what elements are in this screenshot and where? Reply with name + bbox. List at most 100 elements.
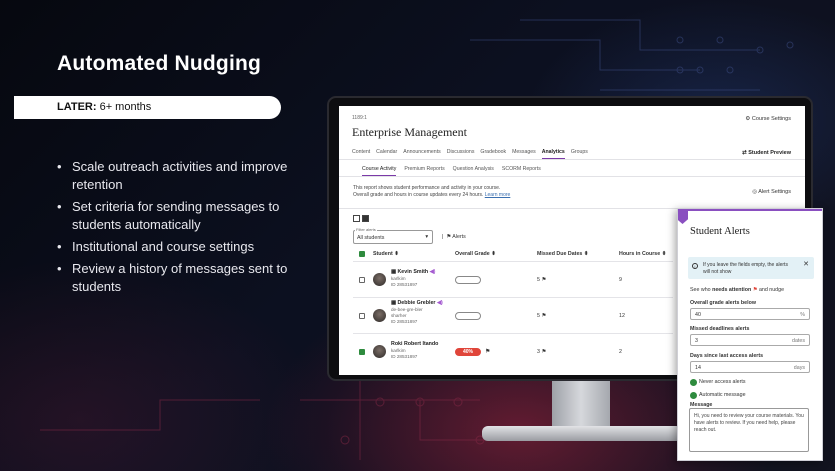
days-alert-label: Days since last access alerts [690,353,764,359]
analytics-subtabs: Course Activity Premium Reports Question A… [362,166,549,176]
avatar [373,345,386,358]
hours-in-course: 9 [619,277,622,283]
nav-item-gradebook[interactable]: Gradebook [480,149,506,155]
row-checkbox[interactable] [359,313,365,319]
phase-value: 6+ months [99,101,152,113]
needs-bold: needs attention [712,287,752,293]
missed-count: 3 [537,349,540,355]
tab-question-analysis[interactable]: Question Analysis [453,166,494,172]
col-student[interactable]: Student ⬍ [373,251,399,257]
tab-premium-reports[interactable]: Premium Reports [404,166,444,172]
avatar [373,309,386,322]
tab-scorm-reports[interactable]: SCORM Reports [502,166,541,172]
row-checkbox[interactable] [359,277,365,283]
missed-unit: dates [792,338,805,344]
megaphone-icon: ◀) [429,269,436,275]
days-unit: days [793,365,805,371]
needs-attention-text: See who needs attention ⚑ and nudge [690,287,784,293]
panel-title: Student Alerts [690,226,750,237]
missed-alert-input[interactable]: 3 dates [690,334,810,346]
col-grade-label: Overall Grade [455,251,490,257]
divider [339,176,805,177]
nav-item-calendar[interactable]: Calendar [376,149,397,155]
student-username: karlkim [391,276,406,281]
col-missed-label: Missed Due Dates [537,251,583,257]
student-id: ID 28531897 [391,354,418,359]
alerts-label: Alerts [452,234,466,240]
student-name[interactable]: ▦ Kevin Smith ◀) [391,269,435,275]
nav-item-groups[interactable]: Groups [571,149,588,155]
course-title: Enterprise Management [352,125,467,139]
bullet-list: Scale outreach activities and improve re… [57,158,297,300]
nav-item-announcements[interactable]: Announcements [403,149,441,155]
never-access-toggle[interactable]: Never access alerts [690,379,746,386]
presentation-slide: Automated Nudging LATER: 6+ months Scale… [0,0,835,471]
missed-alert-value: 3 [695,338,698,344]
divider [339,159,805,160]
student-id: ID 28531897 [391,319,418,324]
filter-alerts-select[interactable]: All students ▾ [353,230,433,244]
chevron-down-icon: ▾ [425,234,428,240]
student-name[interactable]: ▦ Debbie Grebler ◀) [391,300,443,306]
student-name[interactable]: Roki Robert Itando [391,341,438,347]
table-row[interactable]: ▦ Debbie Grebler ◀) de-bee-gre-bler sharh… [353,297,673,333]
message-textarea[interactable]: Hi, you need to review your course mater… [689,408,809,452]
list-view-icon[interactable] [353,215,360,222]
slide-title: Automated Nudging [57,52,262,75]
flag-icon: ⚑ [541,277,547,283]
student-meta: karlkim ID 28531897 [391,276,417,288]
phase-pill: LATER: 6+ months [14,96,281,119]
phase-label: LATER: [57,101,97,113]
missed-due-dates: 5 ⚑ [537,313,546,319]
bullet-item: Set criteria for sending messages to stu… [57,198,297,234]
nav-item-discussions[interactable]: Discussions [447,149,475,155]
table-row[interactable]: ▦ Kevin Smith ◀) karlkim ID 28531897 5 ⚑ … [353,261,673,297]
tab-course-activity[interactable]: Course Activity [362,166,397,176]
student-meta: de-bee-gre-bler sharher ID 28531897 [391,307,423,325]
days-alert-value: 14 [695,365,701,371]
flag-icon: ⚑ [752,287,758,293]
hours-in-course: 2 [619,349,622,355]
table-row[interactable]: Roki Robert Itando karlkim ID 28531897 40… [353,333,673,369]
student-name-text: Kevin Smith [397,269,429,275]
student-username: sharher [391,313,407,318]
info-banner: i If you leave the fields empty, the aler… [688,257,814,279]
col-overall-grade[interactable]: Overall Grade ⬍ [455,251,496,257]
grade-pill [455,312,481,320]
course-settings-label: Course Settings [751,116,791,122]
nav-item-analytics[interactable]: Analytics [541,149,565,159]
student-preview-button[interactable]: ⇄ Student Preview [742,150,791,156]
grade-unit: % [800,312,805,318]
col-missed-due-dates[interactable]: Missed Due Dates ⬍ [537,251,588,257]
col-hours-in-course[interactable]: Hours in Course ⬍ [619,251,666,257]
automatic-message-toggle[interactable]: Automatic message [690,392,746,399]
grade-alert-label: Overall grade alerts below [690,300,756,306]
missed-due-dates: 3 ⚑ [537,349,546,355]
select-all-checkbox[interactable] [359,251,365,257]
avatar [373,273,386,286]
panel-accent-bar [678,209,822,211]
course-settings-button[interactable]: ⚙ Course Settings [745,116,791,122]
course-nav: Content Calendar Announcements Discussions G… [352,149,594,159]
student-alias: de-bee-gre-bler [391,307,423,312]
grade-alert-input[interactable]: 40% [690,308,810,320]
col-student-label: Student [373,251,393,257]
flag-icon: ⚑ [541,349,547,355]
days-alert-input[interactable]: 14 days [690,361,810,373]
grid-view-icon[interactable] [362,215,369,222]
report-description: This report shows student performance an… [353,185,510,199]
nav-item-messages[interactable]: Messages [512,149,536,155]
filter-label: Filter alerts [355,227,377,232]
breadcrumb: 1189:1 [352,115,367,121]
alerts-button[interactable]: | ⚑ Alerts [442,234,466,240]
flag-icon: ⚑ [446,234,452,240]
needs-prefix: See who [690,287,711,293]
grade-pill [455,276,481,284]
close-icon[interactable]: ✕ [803,261,809,269]
nav-item-content[interactable]: Content [352,149,370,155]
learn-more-link[interactable]: Learn more [485,192,511,198]
row-checkbox[interactable] [359,349,365,355]
missed-count: 5 [537,277,540,283]
panel-collapse-tab[interactable] [678,209,688,224]
alert-settings-button[interactable]: ◎ Alert Settings [752,189,791,195]
